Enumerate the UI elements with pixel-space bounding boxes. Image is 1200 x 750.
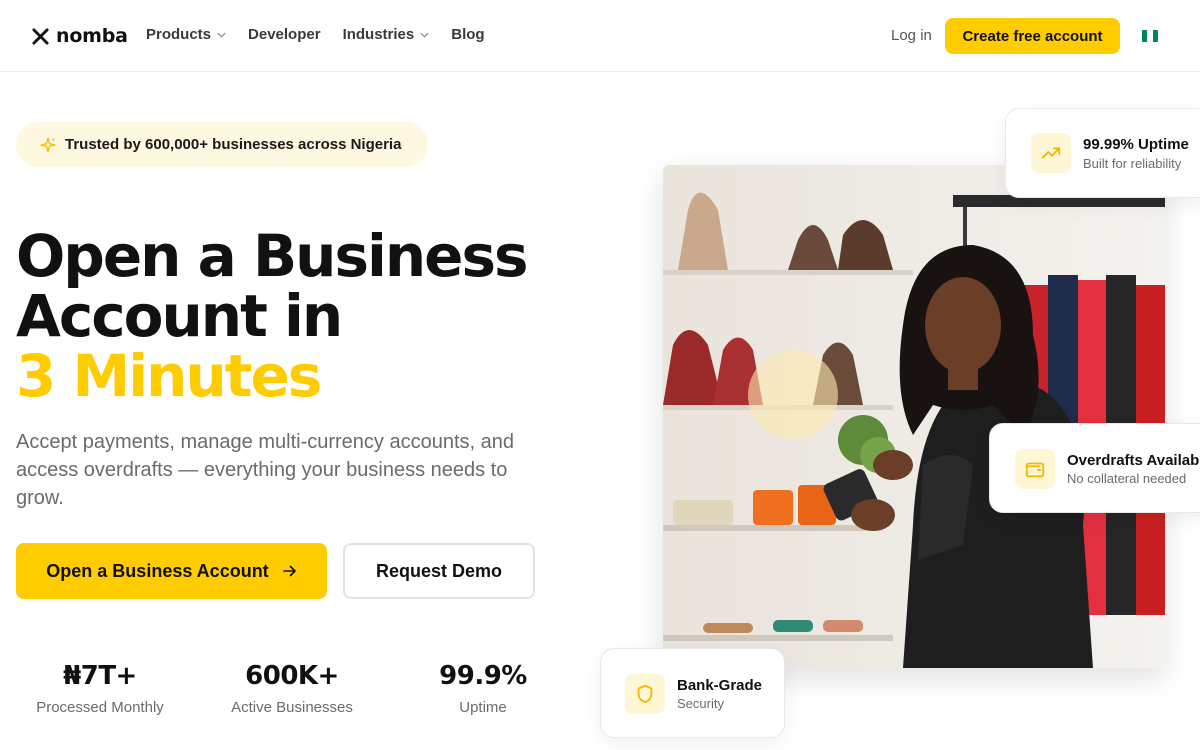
stats-row: ₦7T+ Processed Monthly 600K+ Active Busi…	[0, 661, 580, 741]
arrow-right-icon	[282, 565, 296, 577]
login-link[interactable]: Log in	[891, 27, 932, 44]
nav-item-label: Products	[146, 26, 212, 43]
nav-item-label: Industries	[342, 26, 415, 43]
nigeria-flag-icon[interactable]	[1142, 30, 1158, 42]
card-title: Overdrafts Available	[1067, 452, 1200, 469]
button-label: Open a Business Account	[46, 560, 269, 581]
logo-text: nomba	[56, 25, 128, 47]
stat-value: 99.9%	[439, 661, 527, 691]
card-title: Bank-Grade	[677, 677, 763, 694]
request-demo-button[interactable]: Request Demo	[343, 543, 535, 599]
nav-item-industries[interactable]: Industries	[343, 26, 430, 43]
nav-item-blog[interactable]: Blog	[451, 26, 484, 43]
nav-item-developer[interactable]: Developer	[248, 26, 321, 43]
heading-highlight: 3 Minutes	[16, 342, 322, 410]
hero-photo	[663, 165, 1165, 668]
create-account-button[interactable]: Create free account	[945, 18, 1120, 54]
nav-links: Products Developer Industries Blog	[146, 26, 485, 43]
stat-businesses: 600K+ Active Businesses	[197, 661, 387, 716]
stat-processed: ₦7T+ Processed Monthly	[5, 661, 195, 716]
nomba-logo-icon	[32, 27, 49, 45]
stat-label: Active Businesses	[231, 699, 353, 716]
hero-heading: Open a Business Account in 3 Minutes	[16, 222, 529, 410]
nomba-logo[interactable]: nomba	[31, 25, 128, 47]
heading-line-2: Account in	[16, 282, 343, 350]
stat-value: ₦7T+	[63, 661, 137, 691]
stat-label: Uptime	[459, 699, 507, 716]
heading-line-1: Open a Business	[16, 222, 529, 290]
trust-badge: Trusted by 600,000+ businesses across Ni…	[16, 122, 428, 167]
sparkle-icon	[40, 136, 56, 153]
open-business-account-button[interactable]: Open a Business Account	[16, 543, 327, 599]
card-subtitle: No collateral needed	[1067, 471, 1187, 486]
chevron-down-icon	[420, 32, 429, 38]
overdraft-card: Overdrafts Available No collateral neede…	[989, 423, 1200, 513]
stat-value: 600K+	[245, 661, 339, 691]
stat-label: Processed Monthly	[36, 699, 164, 716]
nav-item-label: Blog	[451, 26, 485, 43]
card-subtitle: Built for reliability	[1083, 156, 1182, 171]
security-card: Bank-Grade Security	[600, 648, 785, 738]
top-nav: nomba Products Developer Industries Blog…	[0, 0, 1200, 72]
uptime-card: 99.99% Uptime Built for reliability	[1005, 108, 1200, 198]
card-subtitle: Security	[677, 696, 724, 711]
nav-item-products[interactable]: Products	[146, 26, 226, 43]
hero-subtitle: Accept payments, manage multi-currency a…	[16, 431, 515, 509]
shield-icon	[625, 674, 665, 714]
trust-badge-text: Trusted by 600,000+ businesses across Ni…	[65, 136, 402, 153]
stat-uptime: 99.9% Uptime	[388, 661, 578, 716]
chevron-down-icon	[217, 32, 226, 38]
wallet-icon	[1015, 449, 1055, 489]
card-title: 99.99% Uptime	[1083, 136, 1189, 153]
trending-up-icon	[1031, 133, 1071, 173]
nav-item-label: Developer	[248, 26, 321, 43]
